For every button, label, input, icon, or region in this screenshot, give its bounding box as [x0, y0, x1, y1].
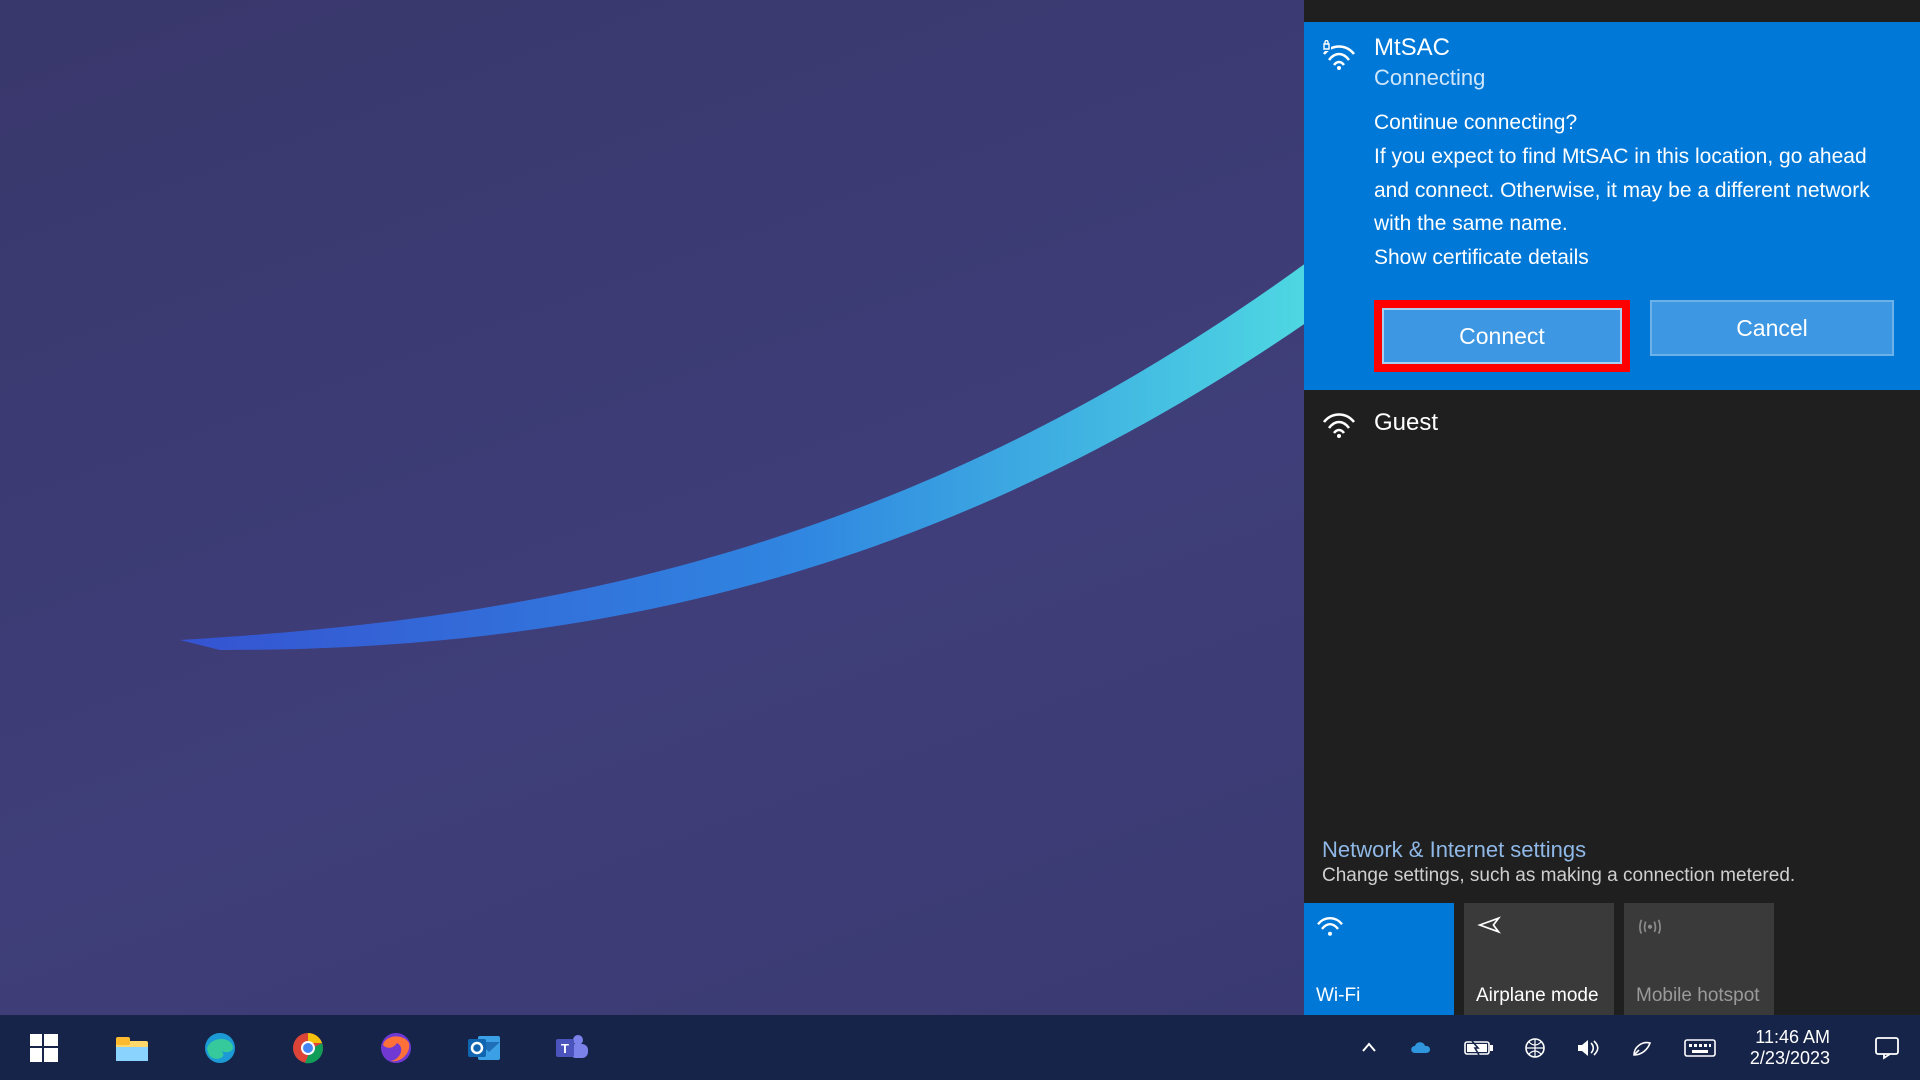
network-item-guest[interactable]: Guest	[1304, 390, 1920, 456]
teams-icon: T	[554, 1032, 590, 1064]
wifi-open-icon	[1322, 408, 1356, 438]
connect-button-highlight: Connect	[1374, 300, 1630, 372]
battery-icon	[1464, 1039, 1494, 1057]
firefox-icon	[379, 1031, 413, 1065]
flyout-top-bar	[1304, 0, 1920, 22]
wifi-secured-icon	[1322, 40, 1356, 70]
connect-prompt-body: If you expect to find MtSAC in this loca…	[1374, 140, 1894, 241]
edge-icon	[203, 1031, 237, 1065]
tray-onedrive[interactable]	[1404, 1015, 1438, 1080]
network-settings-link[interactable]: Network & Internet settings	[1304, 831, 1920, 865]
hotspot-icon	[1636, 913, 1664, 937]
tray-pen[interactable]	[1626, 1015, 1658, 1080]
cancel-button[interactable]: Cancel	[1650, 300, 1894, 356]
tray-clock[interactable]: 11:46 AM 2/23/2023	[1742, 1027, 1838, 1068]
windows-icon	[30, 1034, 58, 1062]
network-flyout: MtSAC Connecting Continue connecting? If…	[1304, 0, 1920, 1015]
tile-airplane-label: Airplane mode	[1476, 985, 1602, 1007]
teams-button[interactable]: T	[528, 1015, 616, 1080]
svg-text:T: T	[561, 1041, 569, 1056]
network-status: Connecting	[1374, 63, 1485, 93]
firefox-button[interactable]	[352, 1015, 440, 1080]
clock-time: 11:46 AM	[1750, 1027, 1830, 1048]
chevron-up-icon	[1360, 1039, 1378, 1057]
notification-icon	[1874, 1036, 1900, 1060]
wifi-icon	[1316, 913, 1344, 937]
network-item-active[interactable]: MtSAC Connecting Continue connecting? If…	[1304, 22, 1920, 390]
quick-action-tiles: Wi-Fi Airplane mode Mobile hotspot	[1304, 903, 1920, 1015]
network-name: MtSAC	[1374, 34, 1485, 63]
tray-battery[interactable]	[1460, 1015, 1498, 1080]
taskbar: T 11:46 AM 2/23/2023	[0, 1015, 1920, 1080]
keyboard-icon	[1684, 1037, 1716, 1059]
tile-hotspot: Mobile hotspot	[1624, 903, 1774, 1015]
tile-wifi[interactable]: Wi-Fi	[1304, 903, 1454, 1015]
action-center-button[interactable]	[1860, 1015, 1914, 1080]
connect-prompt-title: Continue connecting?	[1374, 106, 1894, 140]
network-name-other: Guest	[1374, 409, 1438, 438]
tile-airplane[interactable]: Airplane mode	[1464, 903, 1614, 1015]
tile-wifi-label: Wi-Fi	[1316, 985, 1442, 1007]
outlook-icon	[466, 1032, 502, 1064]
speaker-icon	[1576, 1038, 1600, 1058]
start-button[interactable]	[0, 1015, 88, 1080]
tray-touch-keyboard[interactable]	[1680, 1015, 1720, 1080]
chrome-button[interactable]	[264, 1015, 352, 1080]
airplane-icon	[1476, 913, 1504, 937]
outlook-button[interactable]	[440, 1015, 528, 1080]
network-settings-sub: Change settings, such as making a connec…	[1304, 865, 1920, 903]
system-tray: 11:46 AM 2/23/2023	[1356, 1015, 1920, 1080]
tray-overflow[interactable]	[1356, 1015, 1382, 1080]
file-explorer-icon	[114, 1033, 150, 1063]
pen-icon	[1630, 1037, 1654, 1059]
connect-button[interactable]: Connect	[1382, 308, 1622, 364]
globe-icon	[1524, 1037, 1546, 1059]
tray-network[interactable]	[1520, 1015, 1550, 1080]
clock-date: 2/23/2023	[1750, 1048, 1830, 1069]
edge-button[interactable]	[176, 1015, 264, 1080]
tile-hotspot-label: Mobile hotspot	[1636, 985, 1762, 1007]
chrome-icon	[291, 1031, 325, 1065]
show-certificate-link[interactable]: Show certificate details	[1374, 241, 1894, 275]
file-explorer-button[interactable]	[88, 1015, 176, 1080]
tray-volume[interactable]	[1572, 1015, 1604, 1080]
cloud-icon	[1408, 1039, 1434, 1057]
taskbar-pinned-apps: T	[0, 1015, 616, 1080]
